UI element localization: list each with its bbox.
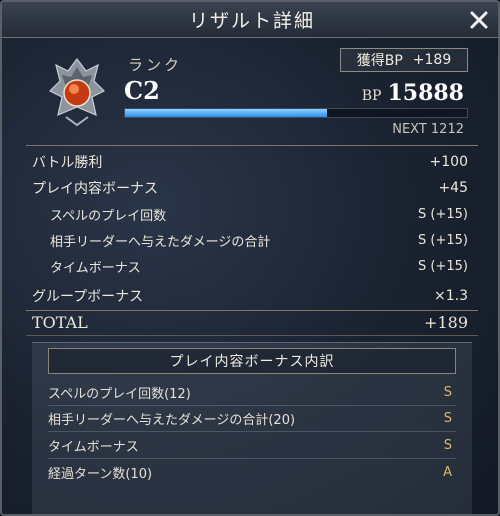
result-value: ×1.3 — [434, 288, 468, 304]
breakdown-label: タイムボーナス — [48, 439, 139, 455]
breakdown-grade: A — [443, 464, 452, 480]
breakdown-row: スペルのプレイ回数(12) S — [48, 380, 456, 404]
result-value: S (+15) — [418, 258, 468, 274]
result-detail-panel: リザルト詳細 ランク C2 獲得BP +189 BP 15888 NEXT 12… — [0, 0, 500, 516]
result-row: タイムボーナス S (+15) — [50, 254, 468, 278]
title-bar: リザルト詳細 — [2, 2, 498, 38]
breakdown-grade: S — [443, 437, 452, 453]
divider — [26, 335, 478, 336]
earned-bp-label: 獲得BP — [356, 53, 403, 69]
next-rank-points: NEXT 1212 — [392, 122, 464, 137]
result-value: +45 — [438, 180, 468, 196]
result-label: プレイ内容ボーナス — [32, 181, 158, 197]
bonus-breakdown-title: プレイ内容ボーナス内訳 — [48, 348, 456, 374]
breakdown-label: 相手リーダーへ与えたダメージの合計(20) — [48, 412, 296, 428]
total-label: TOTAL — [32, 312, 88, 332]
rank-progress-fill — [125, 109, 327, 117]
result-row: プレイ内容ボーナス +45 — [32, 176, 468, 200]
result-row: 相手リーダーへ与えたダメージの合計 S (+15) — [50, 228, 468, 252]
close-icon — [470, 11, 488, 29]
result-label: 相手リーダーへ与えたダメージの合計 — [50, 234, 271, 250]
rank-emblem-icon — [48, 58, 106, 127]
result-label: タイムボーナス — [50, 260, 141, 276]
result-label: バトル勝利 — [32, 155, 103, 171]
breakdown-divider — [48, 458, 456, 459]
result-label: スペルのプレイ回数 — [50, 208, 167, 224]
bp-total: BP 15888 — [362, 80, 464, 106]
breakdown-grade: S — [443, 410, 452, 426]
rank-progress-bar — [124, 108, 468, 118]
result-value: S (+15) — [418, 232, 468, 248]
result-row: スペルのプレイ回数 S (+15) — [50, 202, 468, 226]
breakdown-row: 相手リーダーへ与えたダメージの合計(20) S — [48, 406, 456, 430]
bp-label: BP — [361, 88, 382, 104]
breakdown-row: タイムボーナス S — [48, 433, 456, 457]
breakdown-label: スペルのプレイ回数(12) — [48, 386, 191, 402]
panel-title: リザルト詳細 — [188, 10, 315, 32]
breakdown-row: 経過ターン数(10) A — [48, 460, 456, 484]
bp-value: 15888 — [387, 80, 464, 106]
breakdown-grade: S — [443, 384, 452, 400]
earned-bp-value: +189 — [412, 52, 452, 68]
rank-value: C2 — [124, 76, 160, 105]
result-value: +100 — [429, 154, 468, 170]
divider — [26, 145, 478, 146]
total-row: TOTAL +189 — [32, 310, 468, 334]
total-value: +189 — [424, 312, 468, 332]
result-row: グループボーナス ×1.3 — [32, 284, 468, 308]
result-value: S (+15) — [418, 206, 468, 222]
earned-bp-box: 獲得BP +189 — [340, 48, 468, 72]
breakdown-divider — [48, 431, 456, 432]
breakdown-label: 経過ターン数(10) — [48, 466, 153, 482]
rank-label: ランク — [128, 56, 183, 74]
result-row: バトル勝利 +100 — [32, 150, 468, 174]
result-label: グループボーナス — [32, 289, 144, 305]
close-button[interactable] — [466, 7, 492, 33]
